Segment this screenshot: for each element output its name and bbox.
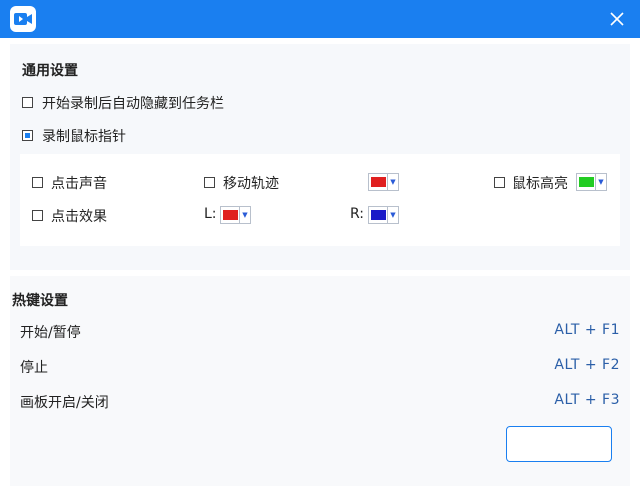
close-button[interactable] [604, 6, 630, 32]
click-effect-checkbox[interactable] [32, 210, 43, 221]
dropdown-arrow-icon: ▼ [595, 174, 606, 190]
left-click-label: L: [204, 206, 217, 222]
left-click-color [223, 210, 238, 220]
hotkey-label-drawing-board: 画板开启/关闭 [20, 395, 109, 411]
right-click-label: R: [350, 206, 365, 222]
cursor-options-panel: 点击声音 移动轨迹 ▼ 鼠标高亮 ▼ 点击效果 L: ▼ R: ▼ [20, 154, 620, 246]
close-icon [610, 12, 624, 26]
hotkey-value-start-pause[interactable]: ALT + F1 [554, 322, 620, 338]
auto-hide-label: 开始录制后自动隐藏到任务栏 [42, 96, 224, 112]
cursor-highlight-checkbox[interactable] [494, 177, 505, 188]
click-sound-label: 点击声音 [51, 176, 107, 192]
hotkey-value-drawing-board[interactable]: ALT + F3 [554, 392, 620, 408]
general-settings-section: 通用设置 开始录制后自动隐藏到任务栏 录制鼠标指针 点击声音 移动轨迹 ▼ 鼠标… [10, 44, 630, 270]
record-cursor-checkbox[interactable] [22, 130, 33, 141]
hotkey-value-stop[interactable]: ALT + F2 [554, 357, 620, 373]
click-effect-label: 点击效果 [51, 209, 107, 225]
move-trail-checkbox[interactable] [204, 177, 215, 188]
cursor-highlight-color [579, 177, 594, 187]
dropdown-arrow-icon: ▼ [387, 207, 398, 223]
title-bar [0, 0, 640, 38]
move-trail-color-picker[interactable]: ▼ [368, 173, 399, 191]
cursor-highlight-label: 鼠标高亮 [512, 176, 568, 192]
hotkey-settings-title: 热键设置 [12, 293, 68, 309]
video-camera-icon [10, 6, 36, 32]
hotkey-settings-section: 热键设置 开始/暂停 ALT + F1 停止 ALT + F2 画板开启/关闭 … [10, 276, 630, 486]
move-trail-color [371, 177, 386, 187]
dropdown-arrow-icon: ▼ [239, 207, 250, 223]
action-button[interactable] [506, 426, 612, 462]
move-trail-label: 移动轨迹 [223, 176, 279, 192]
record-cursor-label: 录制鼠标指针 [42, 129, 126, 145]
left-click-color-picker[interactable]: ▼ [220, 206, 251, 224]
cursor-highlight-color-picker[interactable]: ▼ [576, 173, 607, 191]
right-click-color-picker[interactable]: ▼ [368, 206, 399, 224]
dropdown-arrow-icon: ▼ [387, 174, 398, 190]
right-click-color [371, 210, 386, 220]
hotkey-label-stop: 停止 [20, 360, 48, 376]
hotkey-label-start-pause: 开始/暂停 [20, 325, 81, 341]
click-sound-checkbox[interactable] [32, 177, 43, 188]
auto-hide-checkbox[interactable] [22, 97, 33, 108]
general-settings-title: 通用设置 [22, 63, 78, 79]
